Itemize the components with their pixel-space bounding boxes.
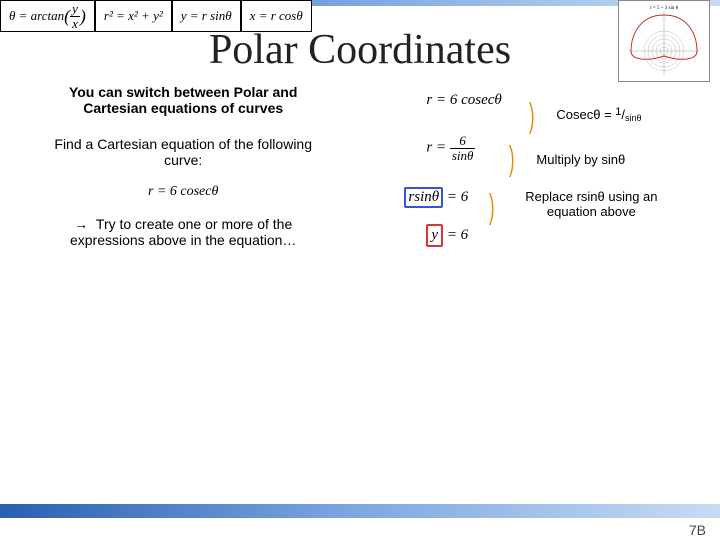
eq-step-3: rsinθ = 6 [404, 187, 468, 208]
formula-theta-num: y [70, 2, 80, 17]
note-step-2: Multiply by sinθ [536, 152, 625, 167]
bracket-3-icon: ) [489, 190, 495, 224]
formula-r2: r² = x² + y² [95, 0, 172, 32]
left-tip-text: Try to create one or more of the express… [70, 216, 296, 248]
arrow-icon: → [74, 216, 88, 232]
left-tip: → Try to create one or more of the expre… [20, 206, 346, 258]
highlight-blue-box: rsinθ [404, 187, 443, 208]
formula-y: y = r sinθ [172, 0, 241, 32]
bracket-2-icon: ) [509, 142, 515, 176]
highlight-red-box: y [426, 224, 443, 247]
polar-graph-caption-svg: r = 5 + 3 sin θ [650, 6, 679, 11]
formula-theta: θ = arctan ( y x ) [0, 0, 95, 32]
bottom-gradient-bar [0, 504, 720, 518]
left-subheading: Find a Cartesian equation of the followi… [20, 126, 346, 178]
page-title: Polar Coordinates [0, 26, 720, 74]
eq-step-2: r = 6 sinθ [426, 134, 475, 162]
polar-graph-thumbnail: r = 5 + 3 sin θ [618, 0, 710, 82]
bracket-1-icon: ) [529, 99, 535, 133]
eq-step-1: r = 6 cosecθ [426, 92, 501, 109]
content-area: You can switch between Polar and Cartesi… [0, 84, 720, 294]
eq-step-4: y = 6 [426, 224, 468, 247]
note-step-1: Cosecθ = 1/sinθ [556, 106, 641, 123]
formula-x: x = r cosθ [241, 0, 312, 32]
left-column: You can switch between Polar and Cartesi… [20, 84, 346, 294]
left-equation: r = 6 cosecθ [20, 184, 346, 200]
formula-theta-lhs: θ = arctan [9, 8, 64, 24]
formula-theta-den: x [70, 17, 80, 31]
right-column: r = 6 cosecθ ) Cosecθ = 1/sinθ r = 6 sin… [346, 84, 700, 294]
note-step-3: Replace rsinθ using an equation above [521, 189, 661, 219]
page-number: 7B [689, 522, 706, 538]
left-heading: You can switch between Polar and Cartesi… [20, 84, 346, 126]
formula-row: θ = arctan ( y x ) r² = x² + y² y = r si… [0, 0, 312, 32]
